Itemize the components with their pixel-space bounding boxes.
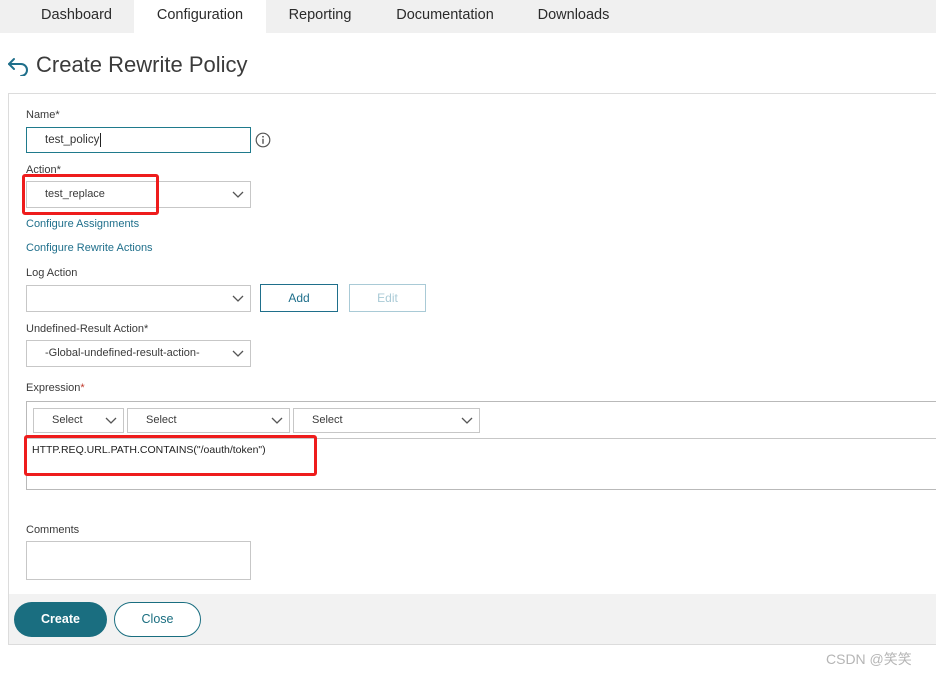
chevron-down-icon [232, 191, 244, 198]
page-title: Create Rewrite Policy [36, 52, 248, 77]
back-arrow-icon[interactable] [7, 56, 29, 76]
chevron-down-icon [461, 417, 473, 424]
chevron-down-icon [232, 295, 244, 302]
undefined-result-action-label: Undefined-Result Action* [26, 323, 149, 335]
tab-documentation[interactable]: Documentation [374, 0, 516, 33]
close-button[interactable]: Close [114, 602, 201, 637]
comments-textarea[interactable] [26, 541, 251, 580]
undefined-result-action-select[interactable]: -Global-undefined-result-action- [26, 340, 251, 367]
highlight-box-action [22, 174, 159, 215]
chevron-down-icon [105, 417, 117, 424]
comments-label: Comments [26, 524, 80, 536]
configure-assignments-link[interactable]: Configure Assignments [26, 218, 139, 230]
tab-reporting[interactable]: Reporting [266, 0, 374, 33]
log-action-select[interactable] [26, 285, 251, 312]
expression-select-1[interactable]: Select [33, 408, 124, 433]
chevron-down-icon [232, 350, 244, 357]
top-navigation: Dashboard Configuration Reporting Docume… [0, 0, 936, 33]
add-log-action-button[interactable]: Add [260, 284, 338, 312]
text-caret [100, 132, 102, 147]
expression-label: Expression* [26, 382, 85, 394]
edit-log-action-button[interactable]: Edit [349, 284, 426, 312]
expression-toolbar: Select Select Select [27, 402, 936, 439]
highlight-box-expression [24, 435, 317, 476]
expression-select-3[interactable]: Select [293, 408, 480, 433]
tab-downloads[interactable]: Downloads [516, 0, 631, 33]
tab-configuration[interactable]: Configuration [134, 0, 266, 33]
watermark: CSDN @笑笑 [826, 651, 912, 667]
info-icon[interactable] [255, 132, 271, 148]
log-action-label: Log Action [26, 267, 78, 279]
name-input[interactable]: test_policy [26, 127, 251, 153]
name-label: Name* [26, 109, 60, 121]
tab-dashboard[interactable]: Dashboard [19, 0, 134, 33]
create-button[interactable]: Create [14, 602, 107, 637]
configure-rewrite-actions-link[interactable]: Configure Rewrite Actions [26, 242, 153, 254]
chevron-down-icon [271, 417, 283, 424]
expression-select-2[interactable]: Select [127, 408, 290, 433]
